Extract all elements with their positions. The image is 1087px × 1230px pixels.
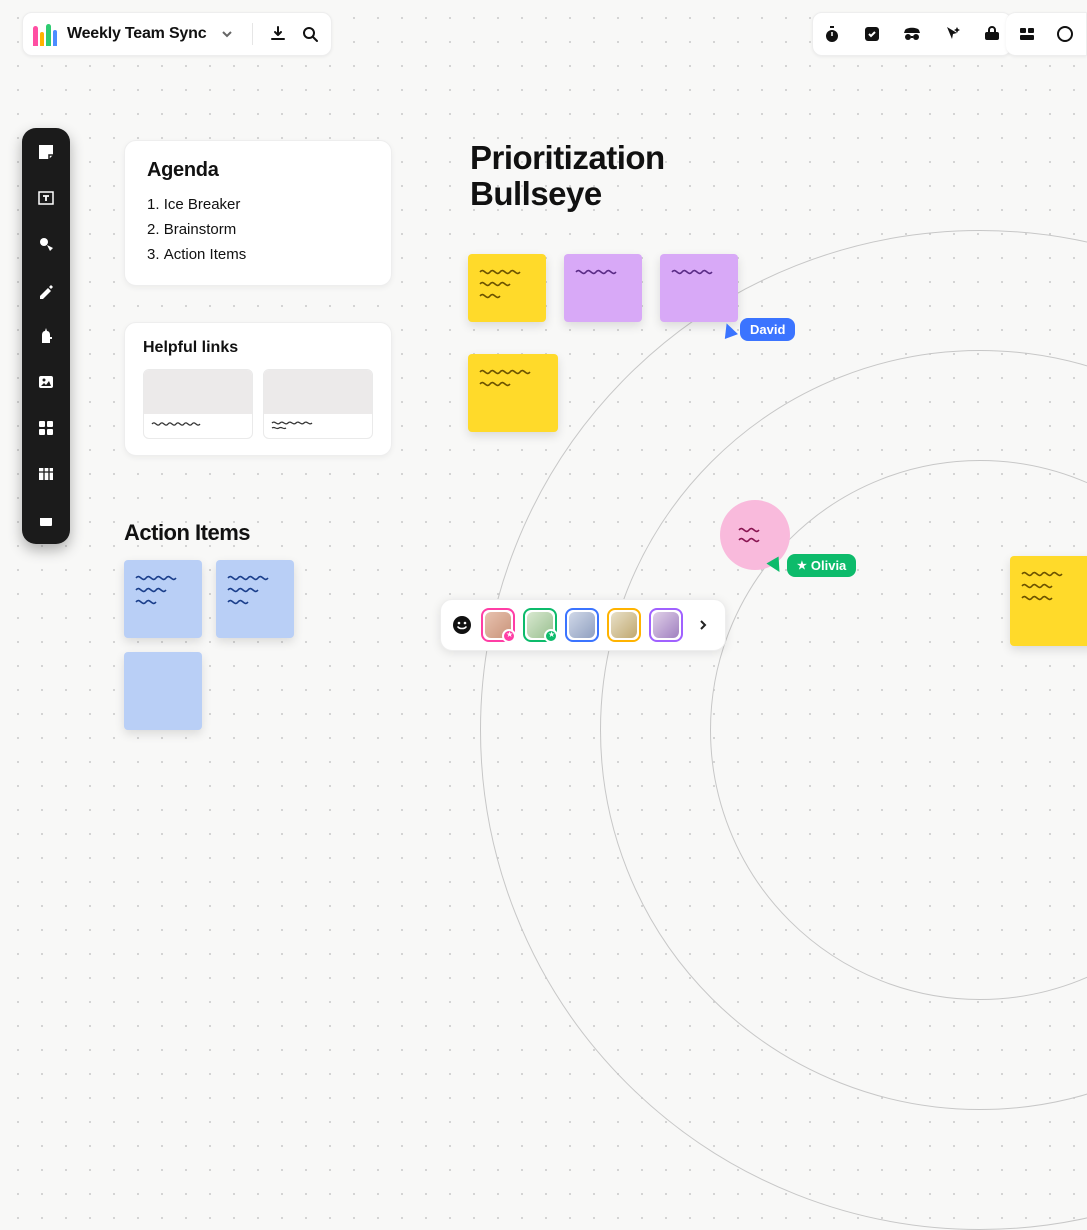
agenda-item: Brainstorm (147, 217, 369, 242)
text-tool[interactable] (32, 184, 60, 212)
cursor-arrow-icon (720, 321, 738, 339)
participant-avatar[interactable] (523, 608, 557, 642)
board-title[interactable]: Weekly Team Sync (67, 25, 206, 43)
participant-avatar[interactable] (565, 608, 599, 642)
sticky-note-yellow[interactable] (468, 254, 546, 322)
apps-tool[interactable] (32, 414, 60, 442)
timer-icon[interactable] (821, 23, 843, 45)
sticky-note-purple[interactable] (660, 254, 738, 322)
search-icon[interactable] (299, 23, 321, 45)
tool-rail (22, 128, 70, 544)
chevron-down-icon[interactable] (216, 23, 238, 45)
link-thumbnail[interactable] (263, 369, 373, 439)
agenda-card[interactable]: Agenda Ice Breaker Brainstorm Action Ite… (124, 140, 392, 286)
cursor-arrow-icon (766, 556, 785, 575)
sticky-note-yellow[interactable] (468, 354, 558, 432)
sticky-note-tool[interactable] (32, 138, 60, 166)
frames-tool[interactable] (32, 506, 60, 534)
llama-tool[interactable] (32, 322, 60, 350)
sticky-note-blue[interactable] (124, 652, 202, 730)
top-toolbar-secondary (1006, 12, 1087, 56)
board-header: Weekly Team Sync (22, 12, 332, 56)
image-tool[interactable] (32, 368, 60, 396)
sticky-note-blue[interactable] (216, 560, 294, 638)
settings-icon[interactable] (1054, 23, 1076, 45)
toolbox-icon[interactable] (981, 23, 1003, 45)
link-thumbnail[interactable] (143, 369, 253, 439)
action-items-title: Action Items (124, 520, 250, 546)
links-card[interactable]: Helpful links (124, 322, 392, 456)
divider (252, 23, 253, 45)
cursor-user-badge: ★Olivia (787, 554, 856, 577)
top-toolbar (812, 12, 1012, 56)
cursor-user-badge: David (740, 318, 795, 341)
cursor-olivia: ★Olivia (769, 554, 856, 577)
agenda-item: Action Items (147, 242, 369, 267)
bullseye-title: Prioritization Bullseye (470, 140, 665, 213)
reactions-icon[interactable] (451, 614, 473, 636)
table-tool[interactable] (32, 460, 60, 488)
participants-bar (440, 599, 726, 651)
sticky-note-blue[interactable] (124, 560, 202, 638)
agenda-item: Ice Breaker (147, 192, 369, 217)
cursor-david: David (722, 318, 795, 341)
next-participants-icon[interactable] (691, 613, 715, 637)
participant-avatar[interactable] (607, 608, 641, 642)
participant-avatar[interactable] (481, 608, 515, 642)
pen-tool[interactable] (32, 276, 60, 304)
app-logo (33, 22, 57, 46)
private-mode-icon[interactable] (901, 23, 923, 45)
vote-icon[interactable] (861, 23, 883, 45)
links-title: Helpful links (143, 339, 373, 357)
layout-icon[interactable] (1016, 23, 1038, 45)
download-icon[interactable] (267, 23, 289, 45)
sticky-note-purple[interactable] (564, 254, 642, 322)
shapes-tool[interactable] (32, 230, 60, 258)
sticky-note-yellow[interactable] (1010, 556, 1087, 646)
agenda-title: Agenda (147, 159, 369, 182)
cursor-sparkle-icon[interactable] (941, 23, 963, 45)
participant-avatar[interactable] (649, 608, 683, 642)
